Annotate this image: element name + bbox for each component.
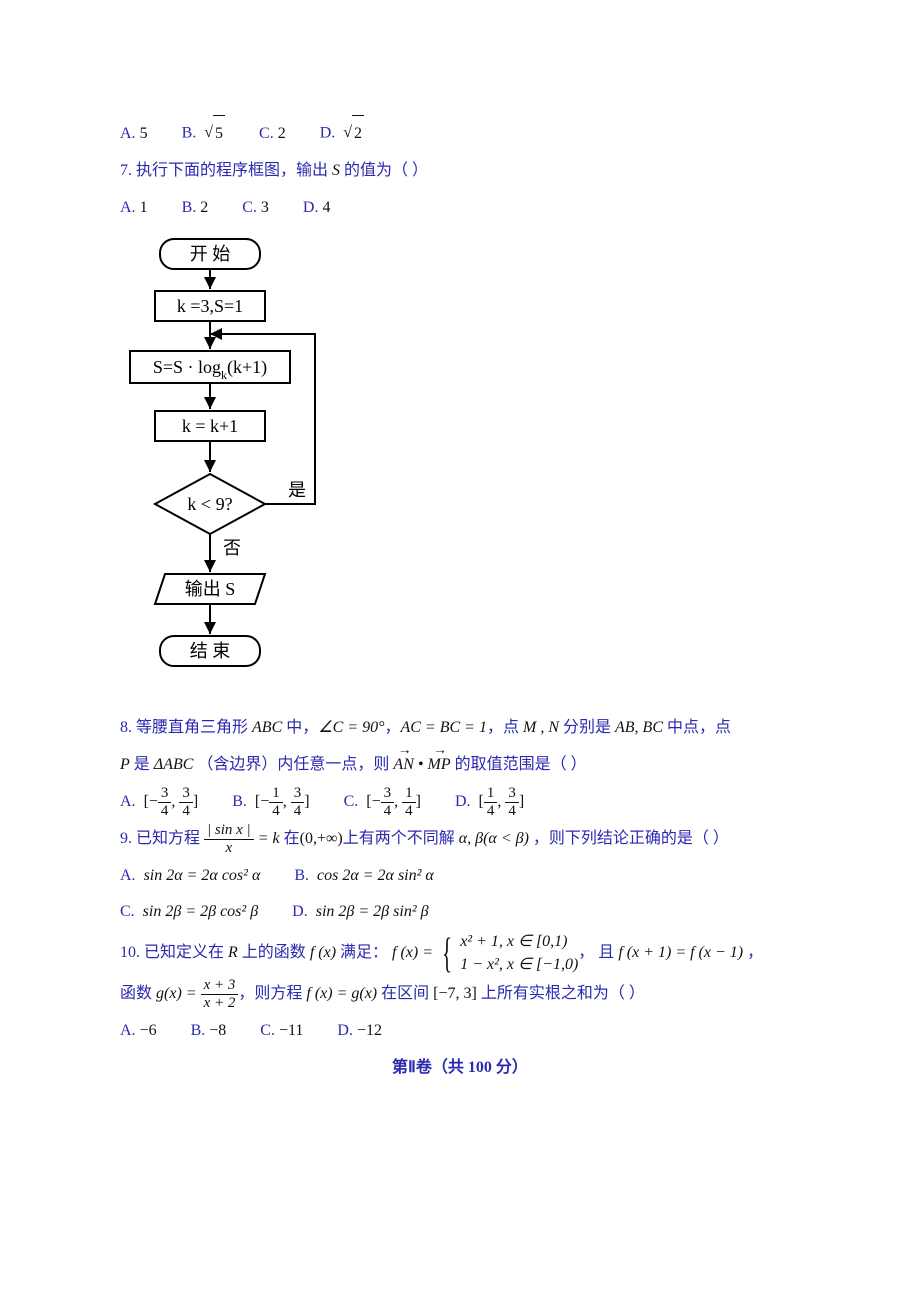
q10-opt-b[interactable]: B. −8 bbox=[191, 1013, 227, 1050]
svg-text:输出 S: 输出 S bbox=[185, 579, 236, 599]
q7-opt-c[interactable]: C. 3 bbox=[242, 190, 269, 227]
q10-opt-c[interactable]: C. −11 bbox=[260, 1013, 303, 1050]
q9-opt-c[interactable]: C. sin 2β = 2β cos² β bbox=[120, 894, 258, 931]
q7-opt-a[interactable]: A. 1 bbox=[120, 190, 148, 227]
q9-opt-a[interactable]: A. sin 2α = 2α cos² α bbox=[120, 858, 260, 895]
svg-text:是: 是 bbox=[288, 480, 306, 500]
q8-stem-2: P 是 ΔABC （含边界）内任意一点，则 AN • MP 的取值范围是（ ） bbox=[120, 747, 800, 784]
q10-stem-2: 函数 g(x) = x + 3x + 2 ，则方程 f (x) = g(x) 在… bbox=[120, 976, 800, 1013]
svg-text:k < 9?: k < 9? bbox=[187, 494, 232, 514]
q9-opt-b[interactable]: B. cos 2α = 2α sin² α bbox=[294, 858, 433, 895]
q8-opt-c[interactable]: C. [−34, 14] bbox=[344, 784, 421, 821]
svg-text:结 束: 结 束 bbox=[190, 641, 231, 661]
svg-text:否: 否 bbox=[223, 538, 241, 558]
svg-text:k = k+1: k = k+1 bbox=[182, 416, 238, 436]
q6-opt-c[interactable]: C. 2 bbox=[259, 116, 286, 153]
q9-opt-d[interactable]: D. sin 2β = 2β sin² β bbox=[292, 894, 428, 931]
q7-opt-b[interactable]: B. 2 bbox=[182, 190, 209, 227]
flowchart: 开 始 k =3,S=1 S=S · logk(k+1) k = k+1 k <… bbox=[120, 234, 800, 694]
svg-text:k =3,S=1: k =3,S=1 bbox=[177, 296, 243, 316]
q9-options-2: C. sin 2β = 2β cos² β D. sin 2β = 2β sin… bbox=[120, 894, 800, 931]
q8-options: A. [−34, 34] B. [−14, 34] C. [−34, 14] D… bbox=[120, 784, 800, 821]
q6-opt-a[interactable]: A. 5 bbox=[120, 116, 148, 153]
q10-opt-a[interactable]: A. −6 bbox=[120, 1013, 157, 1050]
q7-stem: 7. 执行下面的程序框图，输出 S 的值为（ ） bbox=[120, 153, 800, 190]
exam-page: A. 5 B. √5 C. 2 D. √2 7. 执行下面的程序框图，输出 S … bbox=[0, 0, 920, 1146]
q8-opt-a[interactable]: A. [−34, 34] bbox=[120, 784, 198, 821]
q9-stem: 9. 已知方程 | sin x |x = k 在 (0,+∞) 上有两个不同解 … bbox=[120, 821, 800, 858]
q6-opt-d[interactable]: D. √2 bbox=[320, 115, 364, 153]
q8-opt-d[interactable]: D. [14, 34] bbox=[455, 784, 524, 821]
q7-options: A. 1 B. 2 C. 3 D. 4 bbox=[120, 190, 800, 227]
q7-opt-d[interactable]: D. 4 bbox=[303, 190, 331, 227]
q6-options: A. 5 B. √5 C. 2 D. √2 bbox=[120, 115, 800, 153]
q10-stem-1: 10. 已知定义在 R 上的函数 f (x) 满足： f (x) = { x² … bbox=[120, 931, 800, 976]
q6-opt-b[interactable]: B. √5 bbox=[182, 115, 225, 153]
q10-opt-d[interactable]: D. −12 bbox=[337, 1013, 382, 1050]
q10-options: A. −6 B. −8 C. −11 D. −12 bbox=[120, 1013, 800, 1050]
q8-stem-1: 8. 等腰直角三角形 ABC 中， ∠C = 90° ， AC = BC = 1… bbox=[120, 710, 800, 747]
q9-options-1: A. sin 2α = 2α cos² α B. cos 2α = 2α sin… bbox=[120, 858, 800, 895]
svg-text:开 始: 开 始 bbox=[190, 244, 231, 264]
q8-opt-b[interactable]: B. [−14, 34] bbox=[232, 784, 309, 821]
section-title: 第Ⅱ卷（共 100 分） bbox=[120, 1050, 800, 1087]
